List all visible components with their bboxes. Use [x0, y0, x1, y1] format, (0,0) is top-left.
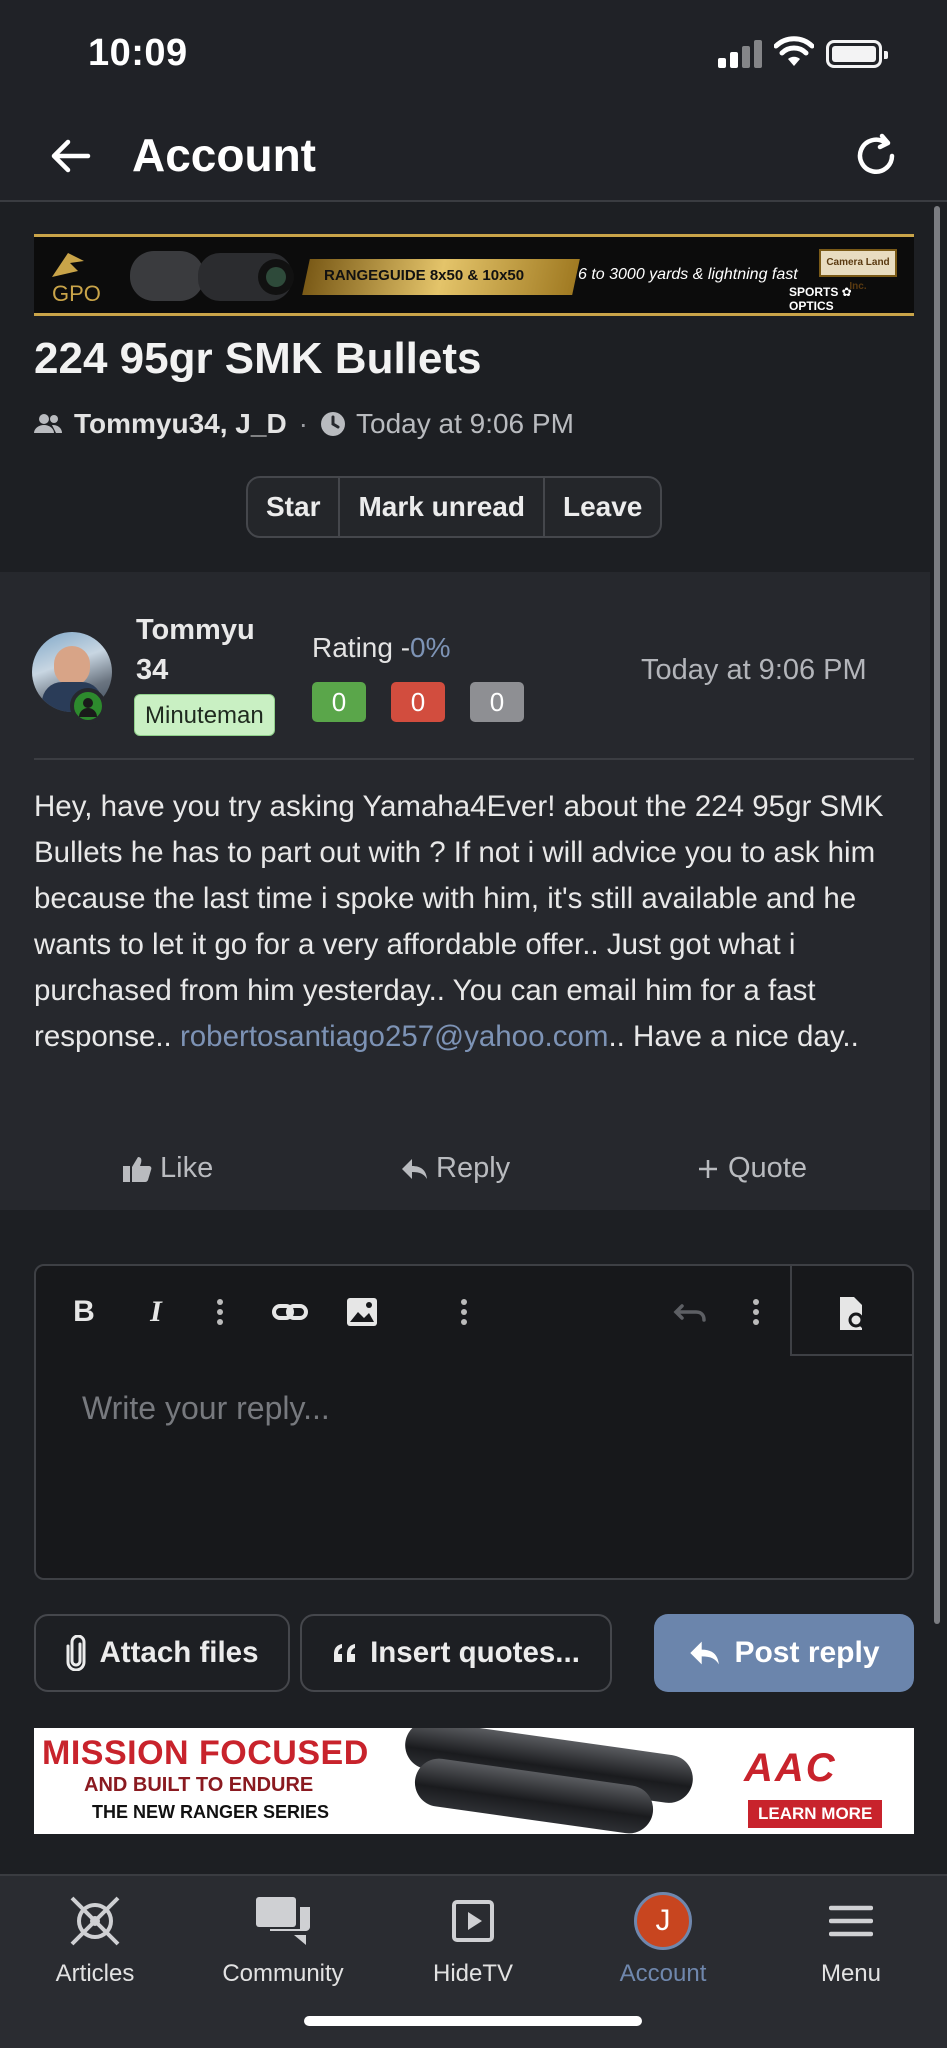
thread-participants[interactable]: Tommyu34, J_D — [74, 408, 287, 440]
rating-label: Rating -0% — [312, 632, 451, 663]
rating-percent: 0% — [410, 632, 451, 663]
page-title: Account — [132, 129, 316, 181]
cellular-signal-icon — [718, 38, 762, 68]
thread-title: 224 95gr SMK Bullets — [34, 334, 482, 383]
learn-more-button[interactable]: LEARN MORE — [748, 1800, 883, 1828]
community-icon — [256, 1897, 310, 1945]
preview-icon[interactable] — [832, 1294, 872, 1334]
like-button[interactable]: Like — [122, 1152, 213, 1185]
home-indicator[interactable] — [304, 2016, 642, 2026]
wifi-icon — [774, 36, 814, 66]
plus-icon — [699, 1159, 717, 1178]
reply-icon — [402, 1158, 427, 1179]
reply-input[interactable]: Write your reply... — [82, 1390, 330, 1427]
more-vertical-icon[interactable] — [736, 1292, 776, 1332]
gpo-brand: GPO — [52, 281, 101, 306]
banner-tagline: 6 to 3000 yards & lightning fast — [578, 266, 798, 283]
tab-menu[interactable]: Menu — [776, 1890, 926, 1988]
tab-community[interactable]: Community — [208, 1890, 358, 1988]
undo-icon[interactable] — [670, 1292, 710, 1332]
play-icon — [452, 1900, 494, 1942]
tab-account[interactable]: J Account — [588, 1890, 738, 1988]
clock-icon — [321, 412, 345, 436]
app-header: Account — [0, 110, 947, 202]
italic-button[interactable]: I — [136, 1292, 176, 1332]
toolbar-divider — [790, 1266, 792, 1356]
post-time[interactable]: Today at 9:06 PM — [641, 654, 867, 687]
thread-time: Today at 9:06 PM — [356, 408, 574, 439]
banner-product: RANGEGUIDE 8x50 & 10x50 — [324, 267, 525, 284]
editor-toolbar: B I — [36, 1266, 912, 1356]
image-icon[interactable] — [342, 1292, 382, 1332]
insert-quotes-button[interactable]: Insert quotes... — [300, 1614, 612, 1692]
menu-icon — [829, 1905, 873, 1937]
reply-editor[interactable]: B I Write your reply... — [34, 1264, 914, 1580]
camera-land-logo: Camera Land Inc. SPORTS ✿ OPTICS — [789, 249, 899, 313]
status-bar: 10:09 — [0, 0, 947, 110]
email-link[interactable]: robertosantiago257@yahoo.com — [180, 1020, 608, 1053]
gpo-logo-icon — [52, 253, 84, 277]
page-content: GPO RANGEGUIDE 8x50 & 10x50 6 to 3000 ya… — [0, 204, 947, 1874]
toolbar-divider — [790, 1354, 912, 1356]
thumbs-up-icon — [123, 1156, 152, 1182]
refresh-icon[interactable] — [852, 132, 900, 180]
ad-headline: MISSION FOCUSED — [42, 1734, 369, 1772]
post-divider — [34, 758, 914, 760]
gpo-ad-banner[interactable]: GPO RANGEGUIDE 8x50 & 10x50 6 to 3000 ya… — [34, 234, 914, 316]
attach-files-button[interactable]: Attach files — [34, 1614, 290, 1692]
paperclip-icon — [66, 1635, 86, 1671]
more-vertical-icon[interactable] — [444, 1292, 484, 1332]
status-time: 10:09 — [88, 32, 188, 74]
link-icon[interactable] — [270, 1292, 310, 1332]
reply-button[interactable]: Reply — [400, 1152, 510, 1185]
tab-articles[interactable]: Articles — [20, 1890, 170, 1988]
quote-icon — [334, 1644, 356, 1662]
more-vertical-icon[interactable] — [200, 1292, 240, 1332]
battery-icon — [826, 40, 888, 68]
scrollbar[interactable] — [934, 206, 940, 1624]
reply-icon — [690, 1641, 720, 1665]
meta-separator: · — [298, 408, 308, 439]
post-username[interactable]: Tommyu 34 — [136, 610, 276, 690]
rating-negative[interactable]: 0 — [391, 682, 445, 722]
rating-neutral[interactable]: 0 — [470, 682, 524, 722]
online-status-icon — [70, 688, 106, 724]
quote-button[interactable]: Quote — [696, 1152, 807, 1185]
post-body: Hey, have you try asking Yamaha4Ever! ab… — [34, 790, 884, 1053]
user-title-badge: Minuteman — [134, 694, 275, 736]
rating-positive[interactable]: 0 — [312, 682, 366, 722]
account-avatar: J — [634, 1892, 692, 1950]
aac-ad-banner[interactable]: MISSION FOCUSED AND BUILT TO ENDURE THE … — [34, 1728, 914, 1834]
tab-hidetv[interactable]: HideTV — [398, 1890, 548, 1988]
thread-meta: Tommyu34, J_D · Today at 9:06 PM — [34, 404, 574, 444]
message-post: Tommyu 34 Minuteman Rating -0% 0 0 0 Tod… — [0, 572, 930, 1210]
articles-icon — [70, 1896, 120, 1946]
bold-button[interactable]: B — [64, 1292, 104, 1332]
leave-button[interactable]: Leave — [545, 478, 660, 536]
thread-actions: Star Mark unread Leave — [246, 476, 663, 538]
ad-series: THE NEW RANGER SERIES — [92, 1802, 330, 1822]
aac-logo: AAC — [744, 1746, 837, 1790]
ad-subheadline: AND BUILT TO ENDURE — [84, 1774, 314, 1796]
back-arrow-icon[interactable] — [48, 134, 92, 178]
star-button[interactable]: Star — [248, 478, 341, 536]
post-actions: Like Reply Quote — [0, 1142, 930, 1198]
mark-unread-button[interactable]: Mark unread — [340, 478, 545, 536]
binoculars-image — [130, 251, 294, 301]
post-reply-button[interactable]: Post reply — [654, 1614, 914, 1692]
users-icon — [34, 414, 62, 433]
